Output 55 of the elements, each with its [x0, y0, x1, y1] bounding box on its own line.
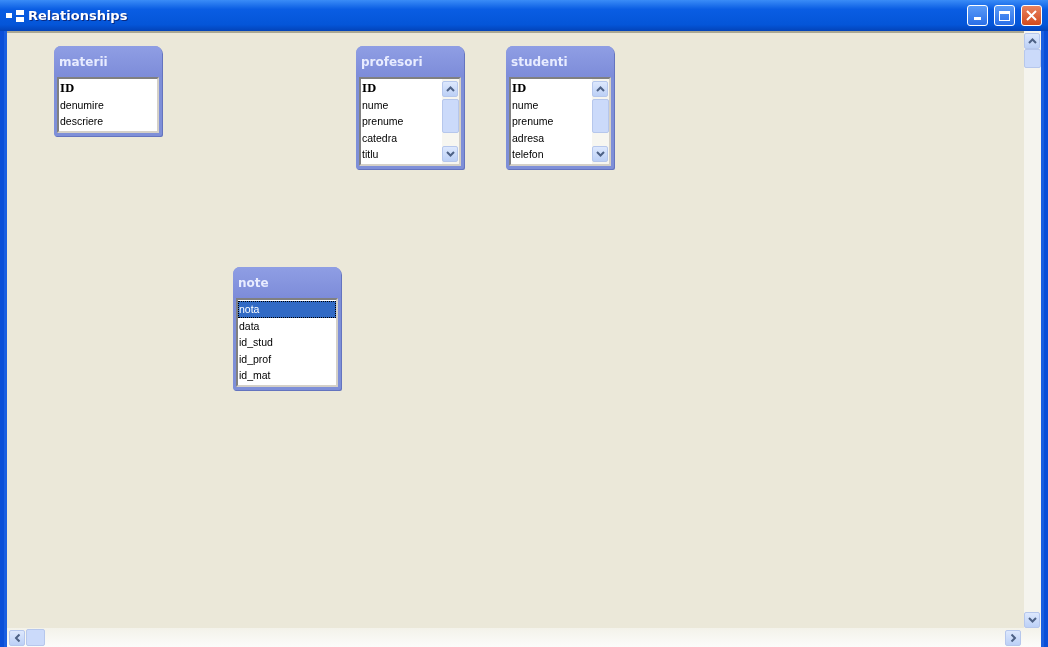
scroll-down-button[interactable]	[592, 145, 608, 162]
scroll-right-button[interactable]	[1005, 629, 1021, 646]
vertical-scrollbar[interactable]	[1024, 31, 1041, 628]
field-item[interactable]: titlu	[361, 146, 442, 163]
field-item[interactable]: id_prof	[238, 350, 336, 367]
scroll-up-button[interactable]	[442, 81, 458, 97]
scroll-left-button[interactable]	[9, 629, 25, 646]
close-icon	[1026, 10, 1037, 21]
field-list[interactable]: ID nume prenume adresa telefon	[509, 77, 611, 166]
chevron-down-icon	[595, 150, 605, 157]
scroll-up-button[interactable]	[592, 81, 608, 97]
scroll-up-button[interactable]	[1024, 33, 1040, 49]
maximize-icon	[999, 10, 1010, 21]
field-item[interactable]: nume	[511, 96, 592, 113]
chevron-down-icon	[1027, 617, 1037, 623]
field-item[interactable]: catedra	[361, 129, 442, 146]
window-title: Relationships	[28, 8, 129, 23]
field-item[interactable]: prenume	[361, 113, 442, 130]
chevron-up-icon	[445, 86, 455, 92]
scroll-thumb[interactable]	[26, 629, 45, 646]
field-item[interactable]: ID	[59, 80, 157, 97]
close-button[interactable]	[1021, 5, 1042, 26]
field-item[interactable]: id_stud	[238, 334, 336, 351]
maximize-button[interactable]	[994, 5, 1015, 26]
scroll-thumb[interactable]	[1024, 49, 1041, 68]
field-list[interactable]: ID denumire descriere	[57, 77, 159, 133]
field-item[interactable]: telefon	[511, 146, 592, 163]
chevron-left-icon	[14, 633, 20, 642]
scrollbar[interactable]	[442, 79, 459, 164]
scroll-down-button[interactable]	[1024, 612, 1040, 628]
field-list[interactable]: nota data id_stud id_prof id_mat	[236, 298, 338, 387]
table-box[interactable]: studenti ID nume prenume adresa telefon	[506, 46, 614, 169]
scroll-down-button[interactable]	[442, 145, 458, 162]
field-list[interactable]: ID nume prenume catedra titlu	[359, 77, 461, 166]
field-item[interactable]: id_mat	[238, 367, 336, 384]
table-box[interactable]: materii ID denumire descriere	[54, 46, 162, 136]
horizontal-scrollbar[interactable]	[7, 628, 1041, 647]
scrollbar[interactable]	[592, 79, 609, 164]
field-item[interactable]: nota	[238, 301, 336, 318]
field-item[interactable]: prenume	[511, 113, 592, 130]
field-item[interactable]: adresa	[511, 129, 592, 146]
field-item[interactable]: ID	[511, 80, 592, 97]
chevron-down-icon	[445, 150, 455, 157]
field-item[interactable]: nume	[361, 96, 442, 113]
field-item[interactable]: denumire	[59, 96, 157, 113]
table-box[interactable]: note nota data id_stud id_prof id_mat	[233, 267, 341, 390]
minimize-button[interactable]	[967, 5, 988, 26]
relationships-icon	[6, 9, 24, 22]
field-item[interactable]: ID	[361, 80, 442, 97]
chevron-right-icon	[1010, 633, 1016, 642]
table-box[interactable]: profesori ID nume prenume catedra titlu	[356, 46, 464, 169]
field-item[interactable]: descriere	[59, 113, 157, 130]
field-item[interactable]: data	[238, 317, 336, 334]
chevron-up-icon	[1027, 38, 1037, 44]
chevron-up-icon	[595, 86, 605, 92]
